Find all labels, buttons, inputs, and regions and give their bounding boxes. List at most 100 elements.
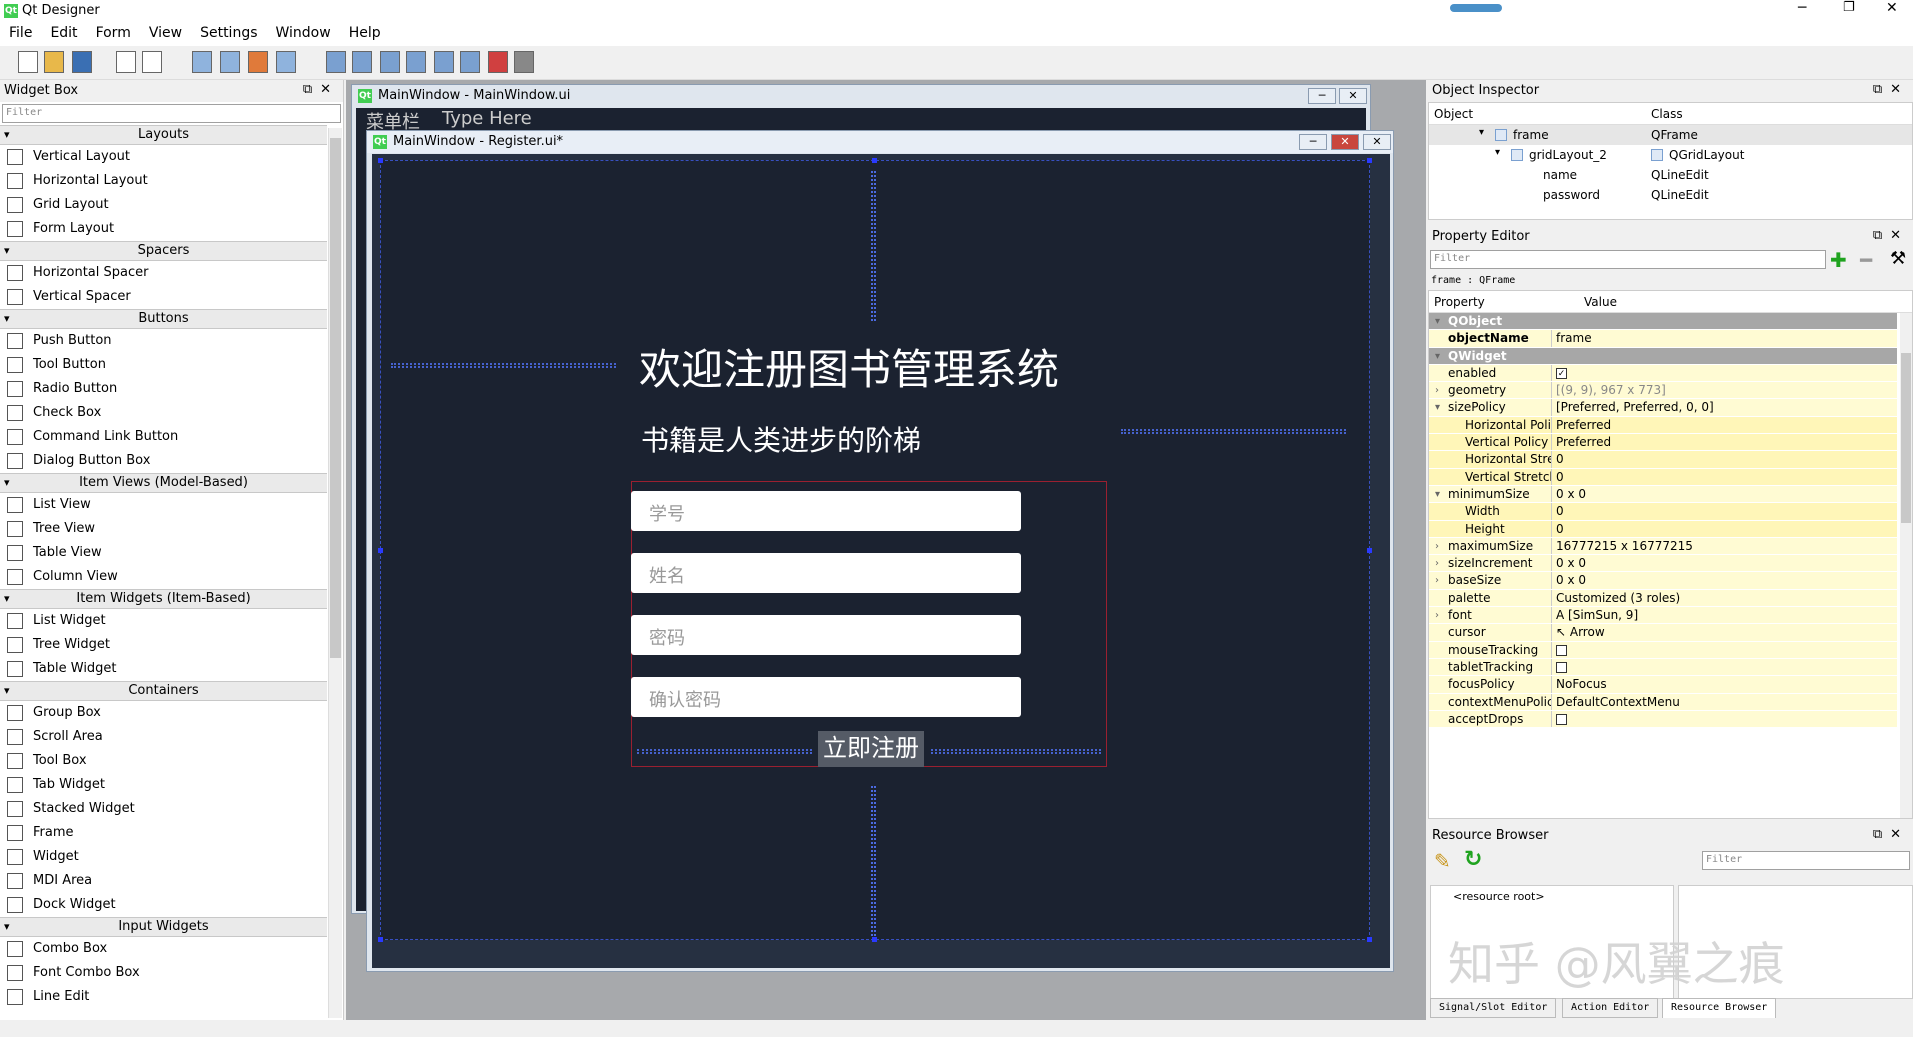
widget-item[interactable]: Tool Button [0,353,327,377]
property-value[interactable]: DefaultContextMenu [1554,694,1897,711]
widget-filter-input[interactable]: Filter [2,104,341,123]
open-file-icon[interactable] [44,51,64,73]
checkbox[interactable] [1556,713,1567,725]
property-value[interactable]: 0 [1554,503,1897,520]
edit-tab-order-icon[interactable] [276,51,296,73]
edit-resources-pencil-icon[interactable]: ✎ [1434,849,1451,873]
property-value[interactable]: Customized (3 roles) [1554,590,1897,607]
widget-item[interactable]: Tab Widget [0,773,327,797]
property-value[interactable]: A [SimSun, 9] [1554,607,1897,624]
property-value[interactable]: frame [1554,330,1897,347]
edit-signals-slots-icon[interactable] [220,51,240,73]
widget-item[interactable]: Table Widget [0,657,327,681]
property-row[interactable]: Width 0 [1429,503,1897,521]
lay-out-horizontally-icon[interactable] [326,51,346,73]
reload-icon[interactable]: ↻ [1464,847,1482,872]
menu-help[interactable]: Help [340,22,390,44]
widget-category[interactable]: ▾ Buttons [0,309,327,329]
widget-item[interactable]: Tool Box [0,749,327,773]
widget-item[interactable]: Vertical Layout [0,145,327,169]
lay-out-horizontal-splitter-icon[interactable] [380,51,400,73]
property-row[interactable]: › geometry [(9, 9), 967 x 773] [1429,382,1897,400]
widget-category[interactable]: ▾ Item Widgets (Item-Based) [0,589,327,609]
close-icon[interactable]: ✕ [1886,0,1898,16]
save-icon[interactable] [72,51,92,73]
widget-item[interactable]: Frame [0,821,327,845]
bring-to-front-icon[interactable] [142,51,162,73]
submit-right-spacer[interactable] [931,749,1101,754]
property-value[interactable]: [(9, 9), 967 x 773] [1554,382,1897,399]
property-row[interactable]: Horizontal PolicyPreferred [1429,416,1897,435]
break-layout-icon[interactable] [488,51,508,73]
close-button[interactable]: ✕ [1339,88,1367,104]
property-value[interactable]: 0 x 0 [1554,572,1897,589]
property-row[interactable]: mouseTracking [1429,641,1897,659]
menu-form[interactable]: Form [87,22,140,44]
tab-resource-browser[interactable]: Resource Browser [1662,998,1777,1018]
adjust-size-icon[interactable] [514,51,534,73]
resource-root-item[interactable]: <resource root> [1453,890,1545,903]
lay-out-grid-icon[interactable] [434,51,454,73]
property-row[interactable]: › sizeIncrement 0 x 0 [1429,555,1897,573]
register-field-2[interactable]: 姓名 [631,553,1021,593]
widget-item[interactable]: Tree View [0,517,327,541]
submit-register-button[interactable]: 立即注册 [818,731,924,767]
object-tree-row[interactable]: name QLineEdit [1429,165,1912,185]
widget-item[interactable]: Horizontal Spacer [0,261,327,285]
widget-category[interactable]: ▾ Spacers [0,241,327,261]
widget-item[interactable]: MDI Area [0,869,327,893]
widget-item[interactable]: Grid Layout [0,193,327,217]
dock-float-close-icon[interactable]: ⧉✕ [1873,228,1909,243]
property-row[interactable]: objectName frame [1429,330,1897,348]
widget-item[interactable]: Radio Button [0,377,327,401]
property-row[interactable]: contextMenuPolicy DefaultContextMenu [1429,693,1897,711]
widget-item[interactable]: Check Box [0,401,327,425]
property-value[interactable]: 0 [1554,521,1897,538]
register-field-3[interactable]: 密码 [631,615,1021,655]
close-button[interactable]: ✕ [1331,134,1359,150]
widget-category[interactable]: ▾ Layouts [0,125,327,145]
property-row[interactable]: › font A [SimSun, 9] [1429,607,1897,625]
property-row[interactable]: ▾ QObject [1429,313,1897,331]
widget-item[interactable]: List View [0,493,327,517]
property-row[interactable]: cursor ↖ Arrow [1429,624,1897,642]
bottom-vertical-spacer[interactable] [871,786,876,936]
property-value[interactable]: Preferred [1554,417,1897,434]
property-row[interactable]: ▾ minimumSize 0 x 0 [1429,485,1897,504]
object-tree-row[interactable]: ▾ frame QFrame [1429,125,1912,145]
checkbox[interactable] [1556,644,1567,656]
widget-item[interactable]: Table View [0,541,327,565]
property-value[interactable]: [Preferred, Preferred, 0, 0] [1554,399,1897,416]
widget-item[interactable]: Column View [0,565,327,589]
widget-item[interactable]: Line Edit [0,985,327,1009]
register-ui-window[interactable]: Qt MainWindow - Register.ui* ─ ✕ ✕ 欢迎注册图… [366,130,1394,972]
dock-float-close-icon[interactable]: ⧉✕ [1873,827,1909,842]
menu-file[interactable]: File [0,22,41,44]
property-row[interactable]: Vertical Policy Preferred [1429,434,1897,452]
widget-item[interactable]: Tree Widget [0,633,327,657]
menu-edit[interactable]: Edit [41,22,86,44]
widget-item[interactable]: Push Button [0,329,327,353]
property-row[interactable]: Height 0 [1429,520,1897,538]
widget-item[interactable]: Combo Box [0,937,327,961]
widget-category[interactable]: ▾ Containers [0,681,327,701]
register-field-4[interactable]: 确认密码 [631,677,1021,717]
minimize-icon[interactable]: ─ [1798,0,1806,16]
property-row[interactable]: ▾ QWidget [1429,347,1897,365]
widget-category[interactable]: ▾ Item Views (Model-Based) [0,473,327,493]
restore-icon[interactable]: ❐ [1843,0,1855,15]
object-tree-row[interactable]: ▾ gridLayout_2 QGridLayout [1429,145,1912,165]
resource-filter-input[interactable]: Filter [1702,851,1910,870]
property-row[interactable]: ▾ sizePolicy [Preferred, Preferred, 0, 0] [1429,399,1897,417]
object-tree-row[interactable]: password QLineEdit [1429,185,1912,205]
widget-item[interactable]: Dialog Button Box [0,449,327,473]
slider-handle[interactable] [1450,4,1502,12]
property-row[interactable]: Vertical Stretch 0 [1429,468,1897,486]
dock-float-close-icon[interactable]: ⧉✕ [303,82,339,97]
widget-item[interactable]: Font Combo Box [0,961,327,985]
widget-item[interactable]: Dock Widget [0,893,327,917]
lay-out-vertically-icon[interactable] [352,51,372,73]
property-row[interactable]: enabled ✓ [1429,364,1897,383]
property-value[interactable]: NoFocus [1554,676,1897,693]
edit-buddies-icon[interactable] [248,51,268,73]
